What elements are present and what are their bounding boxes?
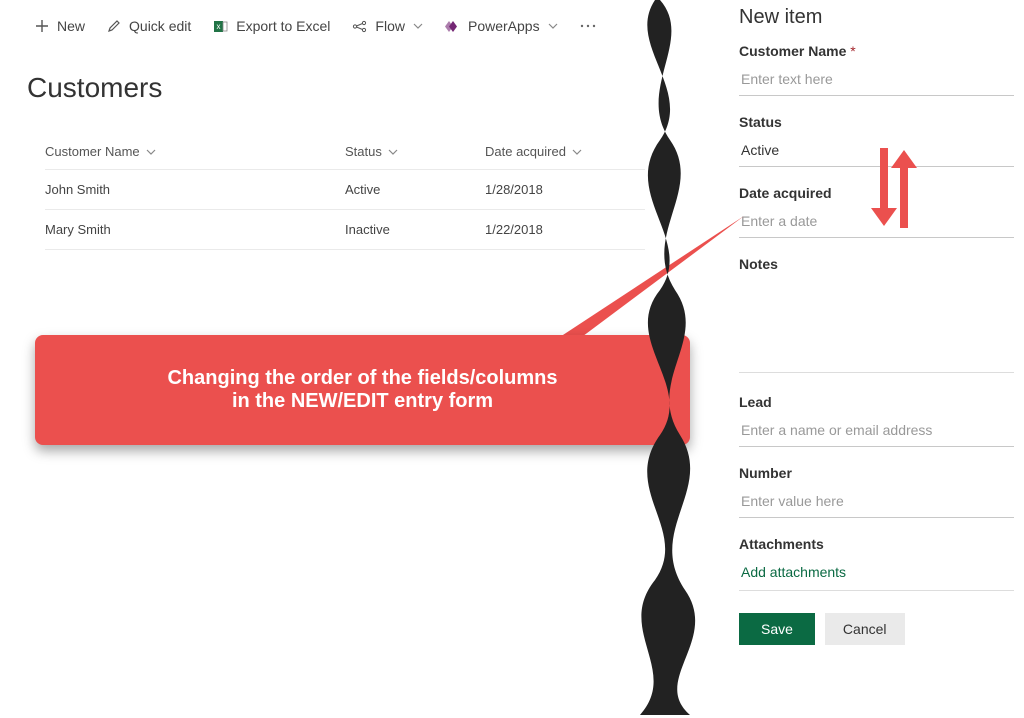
status-value[interactable]: Active xyxy=(739,136,1014,167)
flow-button[interactable]: Flow xyxy=(352,18,423,34)
customer-name-label: Customer Name xyxy=(739,43,846,59)
required-asterisk: * xyxy=(850,43,855,59)
cell-name: Mary Smith xyxy=(45,222,345,237)
date-label: Date acquired xyxy=(739,185,1014,201)
field-status: Status Active xyxy=(739,114,1014,167)
chevron-down-icon xyxy=(548,21,558,31)
powerapps-label: PowerApps xyxy=(468,18,540,34)
powerapps-icon xyxy=(445,19,460,34)
flow-icon xyxy=(352,19,367,34)
plus-icon xyxy=(35,19,49,33)
date-input[interactable] xyxy=(739,207,1014,238)
column-header-name[interactable]: Customer Name xyxy=(45,144,345,159)
svg-text:x: x xyxy=(217,22,221,31)
customer-name-input[interactable] xyxy=(739,65,1014,96)
field-customer-name: Customer Name * xyxy=(739,43,1014,96)
cancel-button[interactable]: Cancel xyxy=(825,613,905,645)
callout-line2: in the NEW/EDIT entry form xyxy=(232,390,493,413)
lead-label: Lead xyxy=(739,394,1014,410)
attachments-label: Attachments xyxy=(739,536,1014,552)
lead-input[interactable] xyxy=(739,416,1014,447)
ellipsis-icon xyxy=(580,24,596,28)
number-input[interactable] xyxy=(739,487,1014,518)
add-attachments-link[interactable]: Add attachments xyxy=(739,558,1014,591)
field-lead: Lead xyxy=(739,394,1014,447)
field-attachments: Attachments Add attachments xyxy=(739,536,1014,591)
chevron-down-icon xyxy=(388,147,398,157)
cell-name: John Smith xyxy=(45,182,345,197)
save-button[interactable]: Save xyxy=(739,613,815,645)
pencil-icon xyxy=(107,19,121,33)
quick-edit-label: Quick edit xyxy=(129,18,191,34)
chevron-down-icon xyxy=(146,147,156,157)
column-status-label: Status xyxy=(345,144,382,159)
notes-label: Notes xyxy=(739,256,1014,272)
export-label: Export to Excel xyxy=(236,18,330,34)
excel-icon: x xyxy=(213,19,228,34)
new-button[interactable]: New xyxy=(35,18,85,34)
new-label: New xyxy=(57,18,85,34)
field-number: Number xyxy=(739,465,1014,518)
column-name-label: Customer Name xyxy=(45,144,140,159)
field-date-acquired: Date acquired xyxy=(739,185,1014,238)
flow-label: Flow xyxy=(375,18,405,34)
callout-line1: Changing the order of the fields/columns xyxy=(167,367,557,390)
panel-buttons: Save Cancel xyxy=(739,613,1014,645)
number-label: Number xyxy=(739,465,1014,481)
page-title: Customers xyxy=(25,52,690,134)
annotation-callout: Changing the order of the fields/columns… xyxy=(35,335,690,445)
export-excel-button[interactable]: x Export to Excel xyxy=(213,18,330,34)
new-item-panel: New item Customer Name * Status Active D… xyxy=(734,0,1024,715)
field-label: Customer Name * xyxy=(739,43,1014,59)
quick-edit-button[interactable]: Quick edit xyxy=(107,18,191,34)
toolbar: New Quick edit x Export to Excel Flow xyxy=(25,0,690,52)
powerapps-button[interactable]: PowerApps xyxy=(445,18,558,34)
panel-title: New item xyxy=(739,6,1014,29)
chevron-down-icon xyxy=(413,21,423,31)
notes-input[interactable] xyxy=(739,278,1014,373)
status-label: Status xyxy=(739,114,1014,130)
field-notes: Notes xyxy=(739,256,1014,376)
overflow-button[interactable] xyxy=(580,24,596,28)
